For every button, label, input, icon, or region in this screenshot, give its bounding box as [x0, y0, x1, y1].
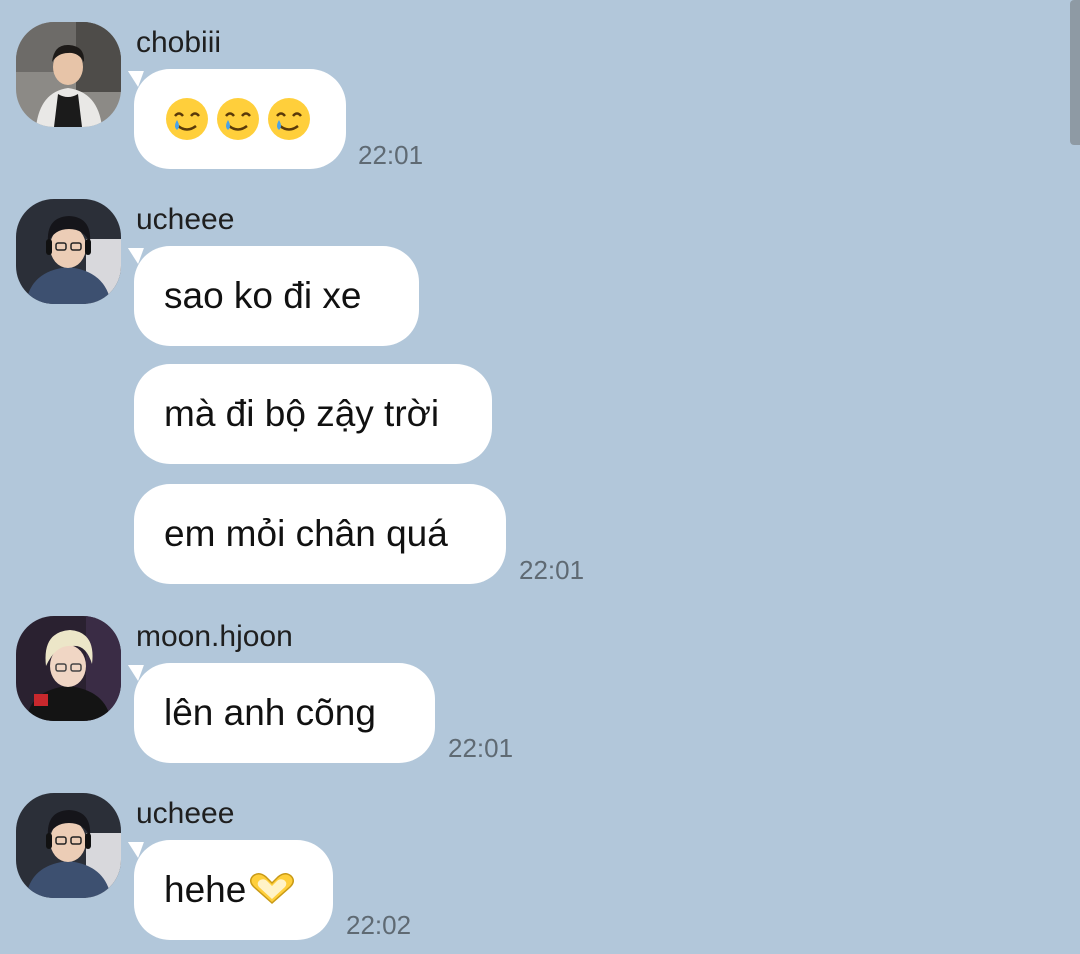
message-bubble[interactable]: em mỏi chân quá — [134, 484, 506, 584]
avatar-chobiii[interactable] — [16, 22, 121, 127]
message-bubble[interactable] — [122, 69, 346, 169]
chat-message-list[interactable]: chobiii 22:01 ucheee sao ko đi xe mà đi … — [0, 0, 1080, 954]
heart-hands-icon — [250, 873, 295, 905]
message-bubble[interactable]: mà đi bộ zậy trời — [134, 364, 492, 464]
message-bubble[interactable]: hehe — [122, 840, 333, 940]
message-timestamp: 22:02 — [346, 910, 412, 940]
profile-photo-icon — [16, 616, 121, 721]
profile-photo-icon — [16, 793, 121, 898]
message-timestamp: 22:01 — [448, 733, 514, 763]
smiling-face-with-tear-icon — [166, 98, 208, 140]
bubble-tail — [122, 842, 144, 858]
avatar-moon-hjoon[interactable] — [16, 616, 121, 721]
message-timestamp: 22:01 — [519, 555, 585, 585]
avatar-ucheee[interactable] — [16, 793, 121, 898]
sender-name: chobiii — [136, 26, 222, 59]
sender-name: ucheee — [136, 203, 235, 236]
message-timestamp: 22:01 — [358, 140, 424, 170]
emoji-row — [164, 69, 316, 169]
profile-photo-icon — [16, 22, 121, 127]
scrollbar[interactable] — [1070, 0, 1080, 145]
message-bubble[interactable]: sao ko đi xe — [122, 246, 419, 346]
profile-photo-icon — [16, 199, 121, 304]
message-bubble[interactable]: lên anh cõng — [122, 663, 435, 763]
message-text: lên anh cõng — [164, 692, 376, 733]
bubble-tail — [122, 248, 144, 264]
avatar-ucheee[interactable] — [16, 199, 121, 304]
bubble-tail — [122, 665, 144, 681]
sender-name: moon.hjoon — [136, 620, 293, 653]
smiling-face-with-tear-icon — [268, 98, 310, 140]
sender-name: ucheee — [136, 797, 235, 830]
bubble-tail — [122, 71, 144, 87]
message-text: hehe — [164, 869, 247, 910]
smiling-face-with-tear-icon — [217, 98, 259, 140]
